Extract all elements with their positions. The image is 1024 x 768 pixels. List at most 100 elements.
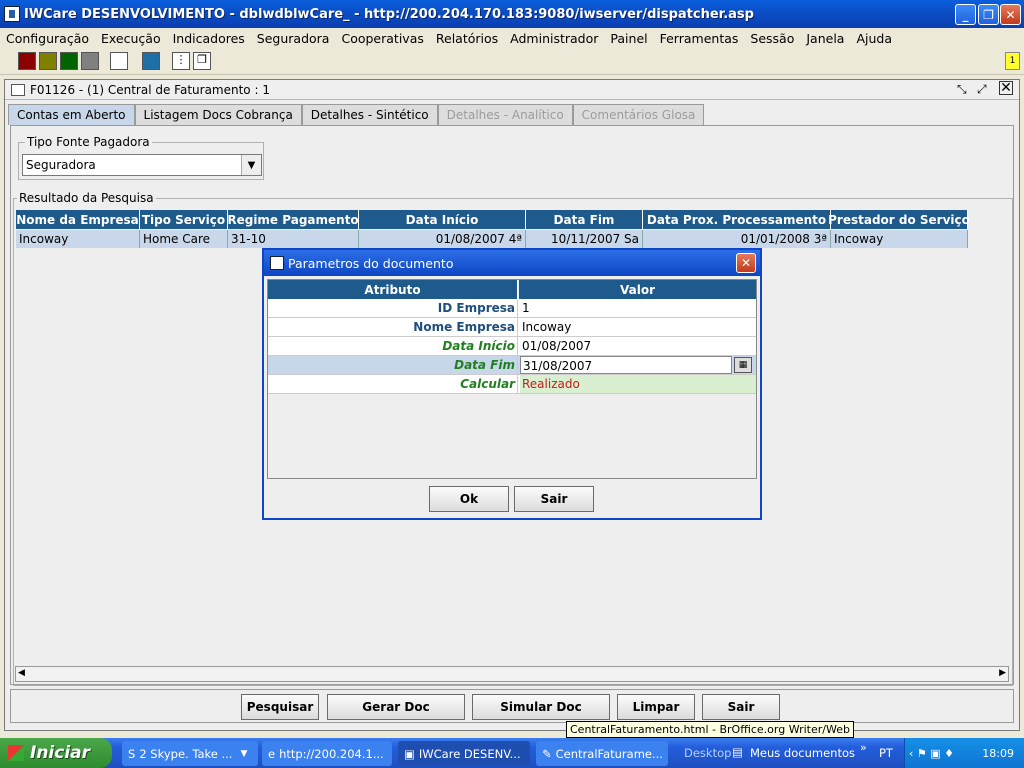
tray-icons[interactable]: ‹ ⚑ ▣ ♦ bbox=[909, 747, 954, 760]
tab-detalhes-sintetico[interactable]: Detalhes - Sintético bbox=[301, 104, 438, 125]
desktop-toolbar-label[interactable]: Desktop bbox=[684, 746, 731, 760]
task-label: http://200.204.1... bbox=[279, 746, 384, 761]
column-header[interactable]: Data Fim bbox=[526, 210, 643, 229]
column-header[interactable]: Regime Pagamento bbox=[227, 210, 359, 229]
table-row[interactable]: Calcular Realizado bbox=[268, 375, 756, 394]
olive-square-icon[interactable] bbox=[39, 52, 57, 70]
window-titlebar[interactable]: IWCare DESENVOLVIMENTO - dblwdblwCare_ -… bbox=[0, 0, 1024, 28]
tab-detalhes-analitico: Detalhes - Analítico bbox=[437, 104, 573, 125]
green-square-icon[interactable] bbox=[60, 52, 78, 70]
minimize-button[interactable]: _ bbox=[955, 4, 976, 25]
menu-cooperativas[interactable]: Cooperativas bbox=[335, 31, 429, 46]
generate-doc-button[interactable]: Gerar Doc bbox=[327, 694, 465, 720]
table-cell[interactable]: 01/01/2008 3ª bbox=[643, 230, 831, 248]
blue-square-icon[interactable] bbox=[142, 52, 160, 70]
tab-listagem-docs-cobranca[interactable]: Listagem Docs Cobrança bbox=[134, 104, 302, 125]
close-window-button[interactable]: ✕ bbox=[1000, 4, 1021, 25]
horizontal-scrollbar[interactable]: ◀ ▶ bbox=[15, 666, 1009, 682]
table-row[interactable]: Nome Empresa Incoway bbox=[268, 318, 756, 337]
column-header[interactable]: Nome da Empresa bbox=[16, 210, 140, 229]
menu-painel[interactable]: Painel bbox=[604, 31, 653, 46]
task-browser[interactable]: e http://200.204.1... bbox=[262, 741, 392, 766]
task-writer[interactable]: ✎ CentralFaturame... bbox=[536, 741, 668, 766]
menu-execucao[interactable]: Execução bbox=[95, 31, 167, 46]
menu-janela[interactable]: Janela bbox=[800, 31, 850, 46]
toolbar: ⋮ ❐ 1 bbox=[0, 49, 1024, 75]
table-row[interactable]: Data Início 01/08/2007 bbox=[268, 337, 756, 356]
tab-contas-em-aberto[interactable]: Contas em Aberto bbox=[8, 104, 135, 125]
scroll-right-icon[interactable]: ▶ bbox=[999, 668, 1006, 678]
column-header[interactable]: Data Prox. Processamento bbox=[643, 210, 831, 229]
table-cell[interactable]: Incoway bbox=[831, 230, 968, 248]
chevron-double-right-icon[interactable]: » bbox=[860, 741, 867, 754]
ok-button[interactable]: Ok bbox=[429, 486, 509, 512]
frame-maximize-icon[interactable]: ⤢ bbox=[977, 82, 987, 97]
windows-logo-icon bbox=[8, 745, 24, 761]
restore-button[interactable]: ❐ bbox=[978, 4, 999, 25]
window-title: IWCare DESENVOLVIMENTO - dblwdblwCare_ -… bbox=[24, 6, 754, 22]
windows-icon[interactable]: ❐ bbox=[193, 52, 211, 70]
frame-title: F01126 - (1) Central de Faturamento : 1 bbox=[30, 82, 270, 97]
chevron-down-icon[interactable]: ▼ bbox=[240, 749, 247, 759]
menu-indicadores[interactable]: Indicadores bbox=[167, 31, 251, 46]
chevron-down-icon[interactable]: ▼ bbox=[241, 155, 261, 175]
menu-sessao[interactable]: Sessão bbox=[744, 31, 800, 46]
task-label: IWCare DESENV... bbox=[418, 746, 521, 761]
start-label: Iniciar bbox=[30, 743, 91, 763]
table-cell[interactable]: 10/11/2007 Sa bbox=[526, 230, 643, 248]
column-header[interactable]: Tipo Serviço bbox=[140, 210, 228, 229]
param-label: Data Fim bbox=[268, 356, 518, 374]
notification-badge[interactable]: 1 bbox=[1005, 52, 1020, 70]
column-header: Atributo bbox=[268, 280, 518, 299]
dialog-titlebar[interactable]: Parametros do documento bbox=[264, 250, 760, 276]
results-label: Resultado da Pesquisa bbox=[17, 191, 156, 205]
clear-button[interactable]: Limpar bbox=[617, 694, 695, 720]
start-button[interactable]: Iniciar bbox=[0, 738, 112, 768]
dialog-app-icon bbox=[270, 256, 284, 270]
menu-ajuda[interactable]: Ajuda bbox=[850, 31, 898, 46]
table-cell[interactable]: 01/08/2007 4ª bbox=[359, 230, 526, 248]
column-header[interactable]: Prestador do Serviço bbox=[828, 210, 970, 229]
menu-relatorios[interactable]: Relatórios bbox=[430, 31, 504, 46]
frame-icon bbox=[11, 83, 25, 96]
white-square-icon[interactable] bbox=[110, 52, 128, 70]
date-input[interactable]: 31/08/2007 bbox=[520, 356, 732, 374]
fonte-pagadora-select[interactable]: Seguradora ▼ bbox=[22, 154, 262, 176]
table-row[interactable]: Data Fim 31/08/2007 ▦ bbox=[268, 356, 756, 375]
table-row[interactable]: ID Empresa 1 bbox=[268, 299, 756, 318]
param-value[interactable]: Incoway bbox=[520, 318, 756, 336]
language-indicator[interactable]: PT bbox=[879, 746, 893, 760]
menu-administrador[interactable]: Administrador bbox=[504, 31, 604, 46]
dialog-exit-button[interactable]: Sair bbox=[514, 486, 594, 512]
task-iwcare[interactable]: ▣ IWCare DESENV... bbox=[398, 741, 530, 766]
my-documents-link[interactable]: Meus documentos bbox=[750, 746, 855, 760]
column-header[interactable]: Data Início bbox=[359, 210, 526, 229]
param-value[interactable]: 01/08/2007 bbox=[520, 337, 756, 355]
param-label: ID Empresa bbox=[268, 299, 518, 317]
calendar-icon[interactable]: ▦ bbox=[734, 357, 752, 373]
red-square-icon[interactable] bbox=[18, 52, 36, 70]
task-skype[interactable]: S 2 Skype. Take ... ▼ bbox=[122, 741, 258, 766]
simulate-doc-button[interactable]: Simular Doc bbox=[472, 694, 610, 720]
task-label: CentralFaturame... bbox=[555, 746, 663, 761]
menu-configuracao[interactable]: Configuração bbox=[0, 31, 95, 46]
menu-ferramentas[interactable]: Ferramentas bbox=[654, 31, 745, 46]
fonte-pagadora-label: Tipo Fonte Pagadora bbox=[25, 135, 152, 149]
param-label: Data Início bbox=[268, 337, 518, 355]
table-cell[interactable]: Home Care bbox=[140, 230, 228, 248]
param-value[interactable]: Realizado bbox=[520, 375, 756, 393]
table-cell[interactable]: 31-10 bbox=[228, 230, 359, 248]
frame-close-icon[interactable]: ✕ bbox=[999, 81, 1013, 95]
table-cell[interactable]: Incoway bbox=[16, 230, 140, 248]
dialog-close-icon[interactable]: ✕ bbox=[736, 253, 756, 273]
app-icon: ▣ bbox=[404, 746, 415, 761]
search-button[interactable]: Pesquisar bbox=[241, 694, 319, 720]
exit-button[interactable]: Sair bbox=[702, 694, 780, 720]
tree-view-icon[interactable]: ⋮ bbox=[172, 52, 190, 70]
scroll-left-icon[interactable]: ◀ bbox=[18, 668, 25, 678]
frame-minimize-icon[interactable]: ⤡ bbox=[957, 82, 967, 97]
gray-square-icon[interactable] bbox=[81, 52, 99, 70]
frame-titlebar[interactable]: F01126 - (1) Central de Faturamento : 1 bbox=[5, 80, 1019, 100]
menu-seguradora[interactable]: Seguradora bbox=[251, 31, 336, 46]
param-value[interactable]: 1 bbox=[520, 299, 756, 317]
